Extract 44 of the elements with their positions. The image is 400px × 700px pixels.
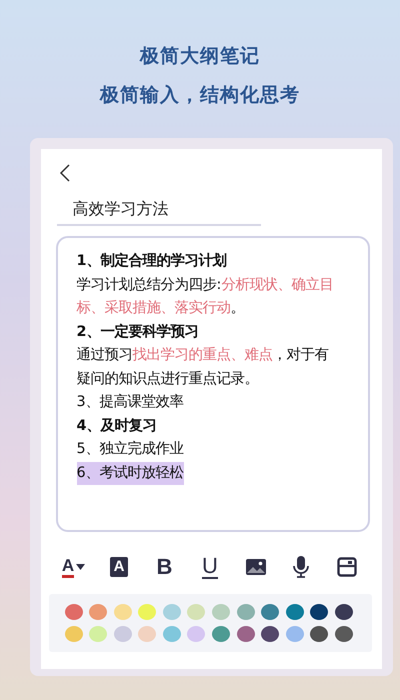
microphone-icon <box>292 555 310 579</box>
note-text: 6、考试时放轻松 <box>76 462 184 485</box>
note-text: 3、提高课堂效率 <box>76 392 185 412</box>
note-heading: 4、及时复习 <box>76 416 158 436</box>
headline: 极简输入，结构化思考 <box>100 83 300 108</box>
color-swatch[interactable] <box>114 626 132 642</box>
color-swatch[interactable] <box>286 626 304 642</box>
save-icon <box>336 557 356 577</box>
color-swatch[interactable] <box>310 626 328 642</box>
note-heading: 2、一定要科学预习 <box>76 322 200 342</box>
color-swatch[interactable] <box>187 604 206 620</box>
color-swatch[interactable] <box>114 604 132 620</box>
color-swatch[interactable] <box>89 626 108 642</box>
note-title[interactable]: 高效学习方法 <box>56 199 260 226</box>
text-color-button[interactable]: A <box>60 554 86 580</box>
color-swatch[interactable] <box>162 604 181 620</box>
note-text: 通过预习找出学习的重点、难点，对于有疑问的知识点进行重点记录。 <box>76 346 330 388</box>
note-text: 5、独立完成作业 <box>76 440 185 459</box>
color-swatch[interactable] <box>138 604 156 620</box>
color-swatch[interactable] <box>64 604 82 620</box>
color-swatch[interactable] <box>261 626 280 642</box>
note-text: 学习计划总结分为四步:分析现状、确立目标、采取措施、落实行动。 <box>76 276 334 318</box>
note-heading: 1、制定合理的学习计划 <box>76 252 228 271</box>
back-icon[interactable] <box>58 164 70 182</box>
image-icon <box>244 558 266 576</box>
color-swatch[interactable] <box>310 604 328 620</box>
color-swatch[interactable] <box>212 626 230 642</box>
color-swatch[interactable] <box>187 626 206 642</box>
color-swatch[interactable] <box>236 604 255 620</box>
underline-button[interactable]: U <box>197 554 223 580</box>
color-swatch[interactable] <box>64 626 82 642</box>
headline: 极简大纲笔记 <box>140 44 260 69</box>
color-swatch[interactable] <box>261 604 280 620</box>
color-swatch[interactable] <box>334 604 353 620</box>
color-swatch[interactable] <box>138 626 156 642</box>
bold-button[interactable]: B <box>152 554 178 580</box>
color-swatch[interactable] <box>212 604 230 620</box>
color-swatch[interactable] <box>286 604 304 620</box>
note-editor[interactable]: 1、制定合理的学习计划 学习计划总结分为四步:分析现状、确立目标、采取措施、落实行动。 2、一定要科学预习 通过预习找出学习的重点、难点，对于有疑问的知识点进行重点记录。 3、提高课堂效率 4、及时复习 5、独立完成作业 6、考试时放轻松 <box>56 236 370 532</box>
color-swatch[interactable] <box>162 626 181 642</box>
color-swatch[interactable] <box>89 604 108 620</box>
caret-icon <box>76 564 86 570</box>
color-swatch[interactable] <box>334 626 353 642</box>
color-swatch[interactable] <box>236 626 255 642</box>
